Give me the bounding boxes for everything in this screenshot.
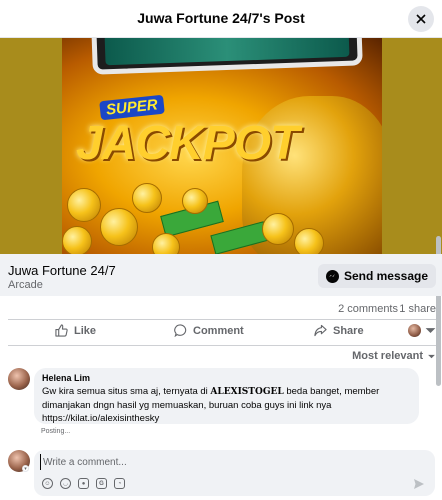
thumbs-up-icon — [55, 324, 68, 337]
camera-icon[interactable]: ● — [78, 478, 89, 489]
share-label: Share — [333, 324, 364, 337]
comment-author[interactable]: Helena Lim — [42, 373, 411, 383]
composer-tools: ☺ ◡ ● G ◔ — [42, 478, 125, 489]
chevron-down-icon — [425, 328, 436, 333]
action-bar: Like Comment Share — [0, 320, 442, 344]
send-message-label: Send message — [343, 269, 428, 283]
coin-graphic — [294, 228, 324, 254]
avatar[interactable] — [8, 368, 30, 390]
comment-button[interactable]: Comment — [174, 324, 244, 337]
chevron-down-icon[interactable]: ▾ — [22, 465, 29, 472]
comment-input[interactable] — [40, 454, 400, 470]
comment-composer: ☺ ◡ ● G ◔ — [34, 450, 435, 496]
post-info: Juwa Fortune 24/7 Arcade Send message — [0, 254, 442, 296]
reaction-profile-selector[interactable] — [408, 324, 437, 337]
coin-graphic — [67, 188, 101, 222]
coin-graphic — [62, 226, 92, 254]
messenger-icon — [325, 269, 339, 283]
post-stats: 2 comments 1 share — [0, 298, 442, 320]
post-image[interactable]: SUPER JACKPOT — [62, 38, 382, 254]
send-message-button[interactable]: Send message — [317, 264, 436, 288]
share-arrow-icon — [314, 324, 327, 337]
sort-label: Most relevant — [352, 350, 423, 362]
close-icon — [416, 14, 426, 24]
page-name[interactable]: Juwa Fortune 24/7 — [8, 263, 116, 278]
gif-icon[interactable]: G — [96, 478, 107, 489]
close-button[interactable] — [408, 6, 434, 32]
coin-graphic — [152, 233, 180, 254]
coin-graphic — [182, 188, 208, 214]
comment-bubble: Helena Lim Gw kira semua situs sma aj, t… — [34, 368, 419, 424]
coin-graphic — [100, 208, 138, 246]
share-button[interactable]: Share — [314, 324, 364, 337]
jackpot-text: JACKPOT — [76, 117, 299, 170]
comment-text-emphasis: ALEXISTOGEL — [210, 387, 284, 397]
phone-graphic — [91, 38, 363, 75]
shares-count[interactable]: 1 share — [399, 303, 436, 315]
like-button[interactable]: Like — [55, 324, 96, 337]
send-icon[interactable] — [413, 478, 425, 490]
coin-graphic — [132, 183, 162, 213]
chevron-down-icon — [428, 354, 435, 358]
comment-status: Posting... — [41, 428, 71, 435]
sticker-icon[interactable]: ◔ — [114, 478, 125, 489]
speech-bubble-icon — [174, 324, 187, 337]
phone-screen — [104, 38, 350, 66]
coin-graphic — [262, 213, 294, 245]
comments-count[interactable]: 2 comments — [338, 303, 398, 315]
dialog-header: Juwa Fortune 24/7's Post — [0, 0, 442, 38]
comment-text-start: Gw kira semua situs sma aj, ternyata di — [42, 386, 211, 397]
avatar-sticker-icon[interactable]: ☺ — [42, 478, 53, 489]
comment-sort-dropdown[interactable]: Most relevant — [352, 350, 436, 362]
comment-text: Gw kira semua situs sma aj, ternyata di … — [42, 385, 411, 425]
dialog-title: Juwa Fortune 24/7's Post — [137, 10, 305, 26]
like-label: Like — [74, 324, 97, 337]
divider — [8, 345, 436, 346]
emoji-icon[interactable]: ◡ — [60, 478, 71, 489]
avatar — [408, 324, 421, 337]
post-media[interactable]: SUPER JACKPOT — [0, 38, 442, 254]
page-category: Arcade — [8, 279, 43, 291]
comment-label: Comment — [193, 324, 244, 337]
